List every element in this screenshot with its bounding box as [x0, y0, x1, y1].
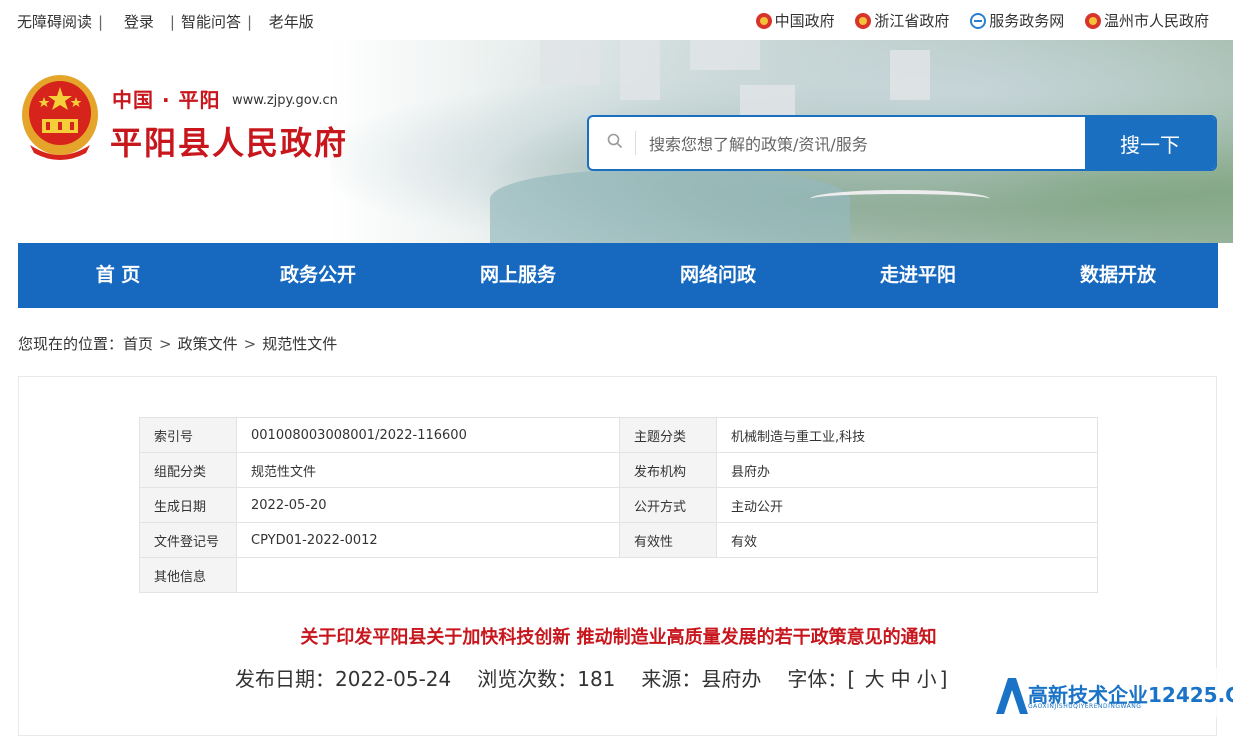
- font-size-large-button[interactable]: 大: [865, 667, 885, 691]
- search-button[interactable]: 搜一下: [1085, 117, 1215, 169]
- meta-value: 有效: [716, 522, 1098, 558]
- divider: |: [98, 13, 104, 31]
- meta-value: 机械制造与重工业,科技: [716, 417, 1098, 453]
- nav-open-data[interactable]: 数据开放: [1018, 243, 1218, 308]
- national-emblem-icon: [1084, 12, 1101, 29]
- site-label: 中国政府: [774, 12, 835, 30]
- meta-key: 公开方式: [619, 487, 717, 523]
- site-url: www.zjpy.gov.cn: [232, 93, 338, 108]
- meta-key: 索引号: [139, 417, 237, 453]
- national-emblem-icon: [755, 12, 772, 29]
- views-label: 浏览次数：: [477, 667, 578, 691]
- font-bracket-close: ]: [939, 667, 948, 691]
- nav-about-pingyang[interactable]: 走进平阳: [818, 243, 1018, 308]
- nav-home[interactable]: 首 页: [18, 243, 218, 308]
- smart-qa-link[interactable]: 智能问答: [181, 13, 241, 31]
- site-link-china-gov[interactable]: 中国政府: [755, 10, 835, 31]
- utility-links: 无障碍阅读 | 登录 | 智能问答 | 老年版: [17, 11, 314, 32]
- table-row: 文件登记号 CPYD01-2022-0012 有效性 有效: [139, 522, 1098, 558]
- nav-online-inquiry[interactable]: 网络问政: [618, 243, 818, 308]
- table-row: 索引号 001008003008001/2022-116600 主题分类 机械制…: [139, 417, 1098, 453]
- external-sites: 中国政府 浙江省政府 服务政务网 温州市人民政府: [740, 10, 1209, 33]
- globe-icon: [970, 12, 987, 29]
- views-count: 181: [577, 667, 616, 691]
- site-label: 浙江省政府: [874, 12, 950, 30]
- site-subtitle: 中国 · 平阳: [112, 88, 221, 112]
- document-metadata-table: 索引号 001008003008001/2022-116600 主题分类 机械制…: [139, 417, 1098, 593]
- national-emblem-logo: [22, 75, 98, 160]
- login-link[interactable]: 登录: [124, 13, 154, 31]
- meta-key: 生成日期: [139, 487, 237, 523]
- site-label: 温州市人民政府: [1103, 12, 1209, 30]
- search-input[interactable]: [647, 117, 1081, 169]
- site-header: 中国 · 平阳 www.zjpy.gov.cn 平阳县人民政府 搜一下: [0, 40, 1233, 243]
- breadcrumb-policy-docs[interactable]: 政策文件: [178, 335, 238, 353]
- meta-key: 文件登记号: [139, 522, 237, 558]
- font-size-label: 字体：: [787, 667, 848, 691]
- breadcrumb-home[interactable]: 首页: [123, 335, 153, 353]
- breadcrumb-separator: >: [243, 335, 257, 353]
- site-link-service-portal[interactable]: 服务政务网: [970, 10, 1064, 31]
- search-icon: [607, 133, 623, 149]
- divider: |: [169, 13, 175, 31]
- divider: [635, 131, 636, 155]
- site-label: 服务政务网: [989, 12, 1065, 30]
- breadcrumb-normative-docs[interactable]: 规范性文件: [262, 335, 337, 353]
- meta-key: 其他信息: [139, 557, 237, 593]
- document-info-bar: 发布日期：2022-05-24 浏览次数：181 来源：县府办 字体：[ 大中小]: [235, 663, 947, 692]
- meta-key: 发布机构: [619, 452, 717, 488]
- meta-value: 规范性文件: [236, 452, 620, 488]
- top-utility-bar: 无障碍阅读 | 登录 | 智能问答 | 老年版 中国政府 浙江省政府 服务政务网 温州市…: [0, 0, 1233, 40]
- meta-value: CPYD01-2022-0012: [236, 522, 620, 558]
- font-bracket-open: [: [847, 667, 856, 691]
- meta-value: [236, 557, 1098, 593]
- divider: |: [246, 13, 253, 31]
- national-emblem-icon: [855, 12, 872, 29]
- site-link-wenzhou-gov[interactable]: 温州市人民政府: [1084, 10, 1209, 31]
- search-bar: 搜一下: [587, 115, 1217, 171]
- meta-value: 2022-05-20: [236, 487, 620, 523]
- nav-online-services[interactable]: 网上服务: [418, 243, 618, 308]
- breadcrumb-separator: >: [159, 335, 172, 353]
- watermark-subtext: GAOXINJISHUQIYERENDINGWANG: [1028, 703, 1142, 710]
- meta-value: 001008003008001/2022-116600: [236, 417, 620, 453]
- nav-government-affairs[interactable]: 政务公开: [218, 243, 418, 308]
- breadcrumb-label: 您现在的位置：: [18, 335, 124, 353]
- meta-value: 主动公开: [716, 487, 1098, 523]
- publish-date: 2022-05-24: [335, 667, 452, 691]
- publish-date-label: 发布日期：: [235, 667, 335, 691]
- meta-key: 组配分类: [139, 452, 237, 488]
- font-size-medium-button[interactable]: 中: [891, 667, 911, 691]
- breadcrumb: 您现在的位置：首页 > 政策文件 > 规范性文件: [18, 333, 337, 354]
- document-title: 关于印发平阳县关于加快科技创新 推动制造业高质量发展的若干政策意见的通知: [300, 627, 937, 648]
- source-value: 县府办: [701, 667, 762, 691]
- meta-value: 县府办: [716, 452, 1098, 488]
- elder-version-link[interactable]: 老年版: [269, 13, 314, 31]
- main-navigation: 首 页 政务公开 网上服务 网络问政 走进平阳 数据开放: [18, 243, 1218, 308]
- source-label: 来源：: [641, 667, 702, 691]
- font-size-small-button[interactable]: 小: [917, 667, 937, 691]
- accessibility-link[interactable]: 无障碍阅读: [17, 13, 92, 31]
- site-link-zhejiang-gov[interactable]: 浙江省政府: [855, 10, 949, 31]
- meta-key: 主题分类: [619, 417, 717, 453]
- table-row: 生成日期 2022-05-20 公开方式 主动公开: [139, 487, 1098, 523]
- meta-key: 有效性: [619, 522, 717, 558]
- table-row: 组配分类 规范性文件 发布机构 县府办: [139, 452, 1098, 488]
- table-row: 其他信息: [139, 557, 1098, 593]
- site-title[interactable]: 平阳县人民政府: [110, 118, 348, 164]
